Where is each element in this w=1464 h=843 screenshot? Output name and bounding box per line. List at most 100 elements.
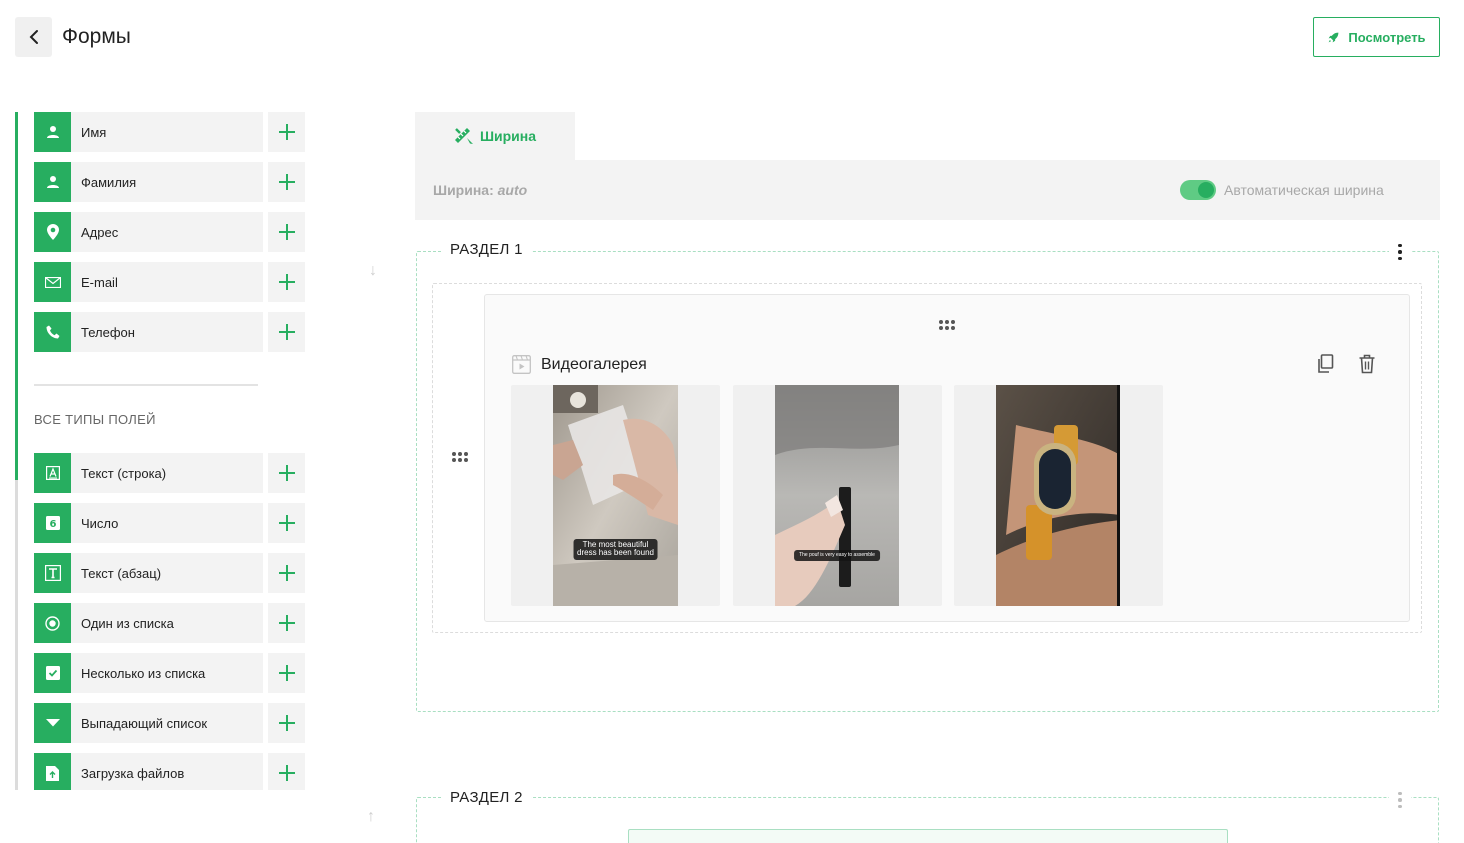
all-field-types-heading: ВСЕ ТИПЫ ПОЛЕЙ: [34, 412, 156, 427]
checkbox-icon: [34, 653, 71, 693]
video-caption: The pouf is very easy to assemble: [794, 550, 880, 562]
add-field-button[interactable]: [268, 453, 305, 493]
add-field-button[interactable]: [268, 162, 305, 202]
field-item-button[interactable]: Текст (строка): [34, 453, 263, 493]
plus-icon: [278, 715, 295, 731]
chevron-left-icon: [29, 30, 38, 44]
video-thumbnail[interactable]: The pouf is very easy to assemble: [775, 385, 899, 606]
add-field-button[interactable]: [268, 603, 305, 643]
field-item-text-line: Текст (строка): [34, 453, 305, 493]
field-item-label: Текст (строка): [81, 465, 167, 481]
plus-icon: [278, 465, 295, 481]
field-item-button[interactable]: Выпадающий список: [34, 703, 263, 743]
sidebar-scrollbar[interactable]: [15, 112, 18, 790]
page-title: Формы: [62, 25, 131, 48]
plus-icon: [278, 665, 295, 681]
plus-icon: [278, 615, 295, 631]
copy-icon[interactable]: [1316, 354, 1334, 379]
auto-width-toggle[interactable]: [1180, 180, 1216, 200]
field-item-label: Текст (абзац): [81, 565, 162, 581]
trash-icon[interactable]: [1358, 354, 1376, 379]
drag-handle-icon[interactable]: [939, 320, 955, 330]
field-item-label: E-mail: [81, 274, 118, 290]
person-icon: [34, 162, 71, 202]
field-item-label: Число: [81, 515, 119, 531]
field-item-label: Телефон: [81, 324, 135, 340]
field-item-button[interactable]: Имя: [34, 112, 263, 152]
field-item-button[interactable]: Один из списка: [34, 603, 263, 643]
field-item-button[interactable]: E-mail: [34, 262, 263, 302]
add-field-button[interactable]: [268, 112, 305, 152]
view-button[interactable]: Посмотреть: [1313, 17, 1440, 57]
field-item-button[interactable]: Фамилия: [34, 162, 263, 202]
section-2-block[interactable]: [628, 829, 1228, 843]
field-item-single-choice: Один из списка: [34, 603, 305, 643]
add-field-button[interactable]: [268, 703, 305, 743]
more-vertical-icon[interactable]: [1389, 242, 1411, 262]
add-field-button[interactable]: [268, 653, 305, 693]
person-icon: [34, 112, 71, 152]
field-item-label: Адрес: [81, 224, 119, 240]
field-item-text-paragraph: Текст (абзац): [34, 553, 305, 593]
add-field-button[interactable]: [268, 262, 305, 302]
video-caption-line: dress has been found: [577, 548, 654, 558]
section-title: РАЗДЕЛ 2: [442, 789, 531, 806]
add-field-button[interactable]: [268, 312, 305, 352]
field-item-first-name: Имя: [34, 112, 305, 152]
field-item-address: Адрес: [34, 212, 305, 252]
field-item-email: E-mail: [34, 262, 305, 302]
block-title: Видеогалерея: [541, 356, 647, 373]
plus-icon: [278, 174, 295, 190]
width-label: Ширина:: [433, 182, 494, 198]
field-item-button[interactable]: Загрузка файлов: [34, 753, 263, 790]
back-button[interactable]: [15, 17, 52, 57]
tab-width[interactable]: Ширина: [415, 112, 575, 160]
add-field-button[interactable]: [268, 503, 305, 543]
plus-icon: [278, 224, 295, 240]
field-item-button[interactable]: Телефон: [34, 312, 263, 352]
add-field-button[interactable]: [268, 553, 305, 593]
video-gallery-icon: [512, 355, 531, 379]
field-item-file-upload: Загрузка файлов: [34, 753, 305, 790]
number-icon: 6: [34, 503, 71, 543]
field-item-button[interactable]: Адрес: [34, 212, 263, 252]
field-item-label: Несколько из списка: [81, 665, 206, 681]
field-item-button[interactable]: Несколько из списка: [34, 653, 263, 693]
field-item-label: Один из списка: [81, 615, 174, 631]
width-value: auto: [497, 182, 528, 198]
field-item-label: Имя: [81, 124, 107, 140]
more-vertical-icon[interactable]: [1389, 790, 1411, 810]
plus-icon: [278, 324, 295, 340]
view-button-label: Посмотреть: [1348, 29, 1426, 45]
field-item-label: Фамилия: [81, 174, 137, 190]
drag-handle-icon[interactable]: [452, 452, 468, 462]
field-item-label: Загрузка файлов: [81, 765, 185, 781]
field-item-button[interactable]: 6 Число: [34, 503, 263, 543]
plus-icon: [278, 515, 295, 531]
envelope-icon: [34, 262, 71, 302]
file-upload-icon: [34, 753, 71, 790]
location-pin-icon: [34, 212, 71, 252]
phone-icon: [34, 312, 71, 352]
field-item-number: 6 Число: [34, 503, 305, 543]
plus-icon: [278, 765, 295, 781]
auto-width-label: Автоматическая ширина: [1224, 182, 1384, 198]
svg-text:6: 6: [49, 519, 56, 530]
field-item-label: Выпадающий список: [81, 715, 208, 731]
add-field-button[interactable]: [268, 753, 305, 790]
sidebar-divider: [34, 384, 258, 386]
field-item-button[interactable]: Текст (абзац): [34, 553, 263, 593]
text-paragraph-icon: [34, 553, 71, 593]
rocket-icon: [1329, 32, 1339, 42]
plus-icon: [278, 124, 295, 140]
video-thumbnail[interactable]: The most beautiful dress has been found: [553, 385, 678, 606]
field-item-multiple-choice: Несколько из списка: [34, 653, 305, 693]
field-item-last-name: Фамилия: [34, 162, 305, 202]
dropdown-icon: [34, 703, 71, 743]
video-thumbnail[interactable]: [996, 385, 1120, 606]
radio-icon: [34, 603, 71, 643]
add-field-button[interactable]: [268, 212, 305, 252]
ruler-pencil-icon: [454, 128, 473, 144]
video-caption: The most beautiful dress has been found: [573, 539, 658, 560]
arrow-up-icon: ↑: [367, 808, 375, 825]
